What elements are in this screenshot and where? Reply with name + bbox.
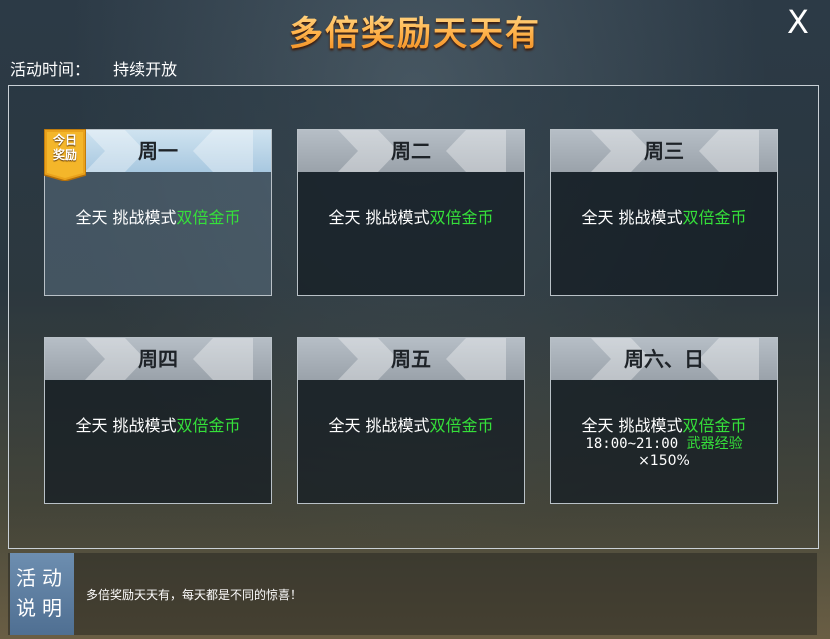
badge-text-line1: 今日 — [52, 133, 77, 147]
day-card-header: 周六、日 — [551, 338, 777, 380]
page-title: 多倍奖励天天有 — [0, 6, 830, 55]
activity-time-label: 活动时间： — [10, 60, 91, 79]
chevron-decoration-icon — [446, 338, 506, 380]
badge-text-line2: 奖励 — [52, 148, 77, 162]
chevron-decoration-icon — [338, 130, 398, 172]
reward-highlight: 双倍金币 — [682, 416, 747, 435]
day-card-thursday: 周四 全天 挑战模式双倍金币 — [44, 337, 272, 504]
day-card-friday: 周五 全天 挑战模式双倍金币 — [297, 337, 525, 504]
activity-time-value: 持续开放 — [113, 60, 178, 79]
chevron-decoration-icon — [193, 130, 253, 172]
activity-description: 多倍奖励天天有，每天都是不同的惊喜！ — [86, 588, 303, 602]
day-label: 周六、日 — [624, 347, 704, 371]
today-reward-badge: 今日 奖励 — [43, 128, 87, 182]
reward-highlight: 双倍金币 — [682, 208, 747, 227]
reward-highlight: 双倍金币 — [429, 416, 494, 435]
chevron-decoration-icon — [85, 130, 145, 172]
info-button-line2: 说明 — [16, 596, 68, 620]
footer-bar: 活动 说明 多倍奖励天天有，每天都是不同的惊喜！ — [8, 553, 817, 635]
reward-mode-text: 全天 挑战模式 — [328, 416, 430, 435]
day-card-header: 周四 — [45, 338, 271, 380]
reward-mode-text: 全天 挑战模式 — [581, 416, 683, 435]
chevron-decoration-icon — [699, 338, 759, 380]
reward-description: 全天 挑战模式双倍金币 — [298, 380, 524, 436]
chevron-decoration-icon — [85, 338, 145, 380]
day-label: 周五 — [391, 347, 431, 371]
day-card-tuesday: 周二 全天 挑战模式双倍金币 — [297, 129, 525, 296]
day-card-header: 周五 — [298, 338, 524, 380]
reward-description: 全天 挑战模式双倍金币 18:00~21:00 武器经验 ×150% — [551, 380, 777, 470]
reward-highlight: 双倍金币 — [176, 208, 241, 227]
reward-description: 全天 挑战模式双倍金币 — [298, 172, 524, 228]
reward-extra-multiplier: ×150% — [638, 453, 690, 469]
chevron-decoration-icon — [338, 338, 398, 380]
day-label: 周三 — [644, 139, 684, 163]
close-button[interactable]: X — [780, 4, 816, 40]
reward-mode-text: 全天 挑战模式 — [581, 208, 683, 227]
day-label: 周四 — [138, 347, 178, 371]
day-label: 周一 — [138, 139, 178, 163]
chevron-decoration-icon — [446, 130, 506, 172]
activity-time: 活动时间： 持续开放 — [10, 56, 177, 80]
chevron-decoration-icon — [591, 130, 651, 172]
reward-mode-text: 全天 挑战模式 — [75, 208, 177, 227]
reward-mode-text: 全天 挑战模式 — [328, 208, 430, 227]
reward-highlight: 双倍金币 — [429, 208, 494, 227]
reward-panel: 周一 全天 挑战模式双倍金币 今日 奖励 周二 全天 挑战模式双倍金币 周三 全… — [8, 85, 819, 549]
reward-extra-line: 18:00~21:00 武器经验 — [551, 436, 777, 453]
reward-extra-highlight: 武器经验 — [686, 436, 743, 452]
day-card-header: 周二 — [298, 130, 524, 172]
day-card-weekend: 周六、日 全天 挑战模式双倍金币 18:00~21:00 武器经验 ×150% — [550, 337, 778, 504]
info-button-line1: 活动 — [16, 566, 68, 590]
chevron-decoration-icon — [699, 130, 759, 172]
reward-highlight: 双倍金币 — [176, 416, 241, 435]
reward-description: 全天 挑战模式双倍金币 — [45, 380, 271, 436]
reward-extra-time: 18:00~21:00 — [585, 436, 687, 452]
day-card-wednesday: 周三 全天 挑战模式双倍金币 — [550, 129, 778, 296]
activity-info-button[interactable]: 活动 说明 — [10, 553, 74, 635]
reward-mode-text: 全天 挑战模式 — [75, 416, 177, 435]
day-card-header: 周三 — [551, 130, 777, 172]
reward-description: 全天 挑战模式双倍金币 — [551, 172, 777, 228]
day-label: 周二 — [391, 139, 431, 163]
chevron-decoration-icon — [193, 338, 253, 380]
